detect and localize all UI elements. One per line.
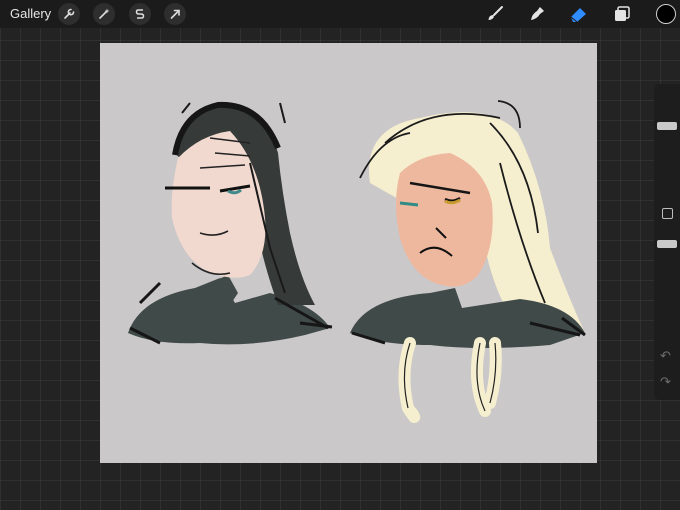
brush-icon	[486, 5, 504, 23]
top-toolbar: Gallery	[0, 0, 680, 28]
selection-s-icon	[133, 7, 147, 21]
drawing-canvas[interactable]	[100, 43, 597, 463]
smudge-button[interactable]	[526, 3, 548, 25]
undo-icon[interactable]: ↶	[660, 350, 671, 364]
brush-sidebar: ↶ ↷	[654, 84, 680, 400]
magic-wand-icon	[97, 7, 111, 21]
layers-icon	[613, 5, 631, 23]
opacity-slider[interactable]	[657, 240, 677, 248]
brush-size-slider[interactable]	[657, 122, 677, 130]
adjustments-button[interactable]	[93, 3, 115, 25]
gallery-button[interactable]: Gallery	[10, 6, 51, 21]
smudge-icon	[528, 5, 546, 23]
modify-button[interactable]	[662, 208, 673, 219]
blonde-haired-bust-sketch	[350, 100, 586, 423]
dark-haired-bust-sketch	[128, 101, 333, 345]
artwork	[128, 100, 586, 423]
brush-button[interactable]	[484, 3, 506, 25]
transform-arrow-icon	[168, 7, 182, 21]
actions-button[interactable]	[58, 3, 80, 25]
color-swatch-button[interactable]	[656, 4, 676, 24]
eraser-button[interactable]	[568, 3, 590, 25]
transform-button[interactable]	[164, 3, 186, 25]
layers-button[interactable]	[611, 3, 633, 25]
selection-button[interactable]	[129, 3, 151, 25]
wrench-icon	[62, 7, 76, 21]
eraser-icon	[569, 5, 589, 23]
redo-icon[interactable]: ↷	[660, 376, 671, 390]
